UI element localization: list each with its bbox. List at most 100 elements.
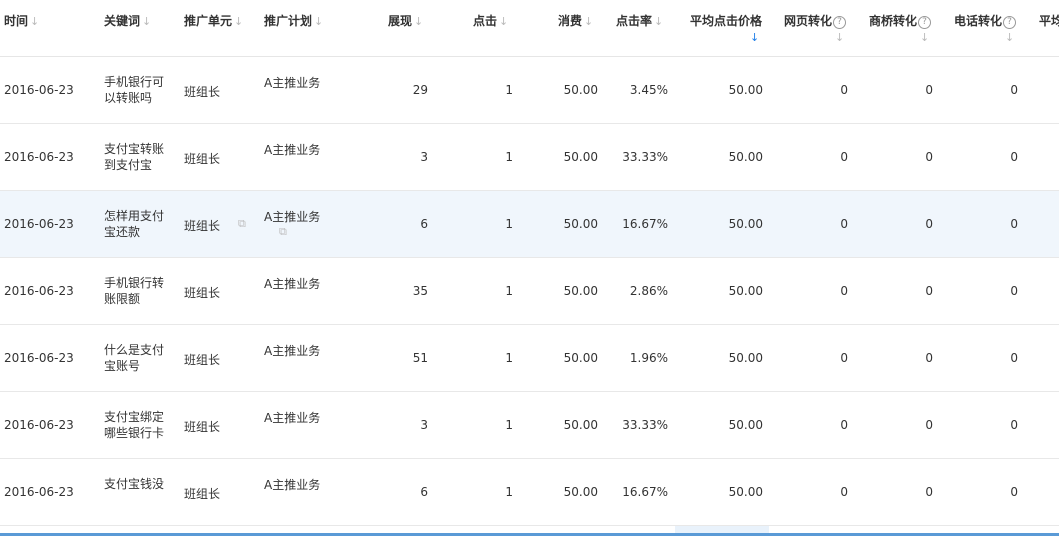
cell-time: 2016-06-23 <box>4 284 74 298</box>
cell-clicks: 1 <box>505 418 513 432</box>
cell-plan[interactable]: A主推业务 <box>264 476 320 493</box>
sort-arrow-icon[interactable]: ↓ <box>499 15 508 28</box>
cell-bridge-conv: 0 <box>925 351 933 365</box>
cell-unit[interactable]: 班组长 <box>184 351 220 368</box>
cell-ctr: 16.67% <box>622 217 668 231</box>
table-row[interactable]: 2016-06-23 支付宝钱没 班组长 A主推业务 6 1 50.00 16.… <box>0 459 1059 526</box>
cell-ctr: 1.96% <box>629 351 668 365</box>
cell-avg-cpc: 50.00 <box>728 284 763 298</box>
cell-ctr: 16.67% <box>622 485 668 499</box>
table-row[interactable]: 2016-06-23 支付宝转账到支付宝 班组长 A主推业务 3 1 50.00… <box>0 124 1059 191</box>
header-cost[interactable]: 消费 ↓ <box>558 12 593 29</box>
edit-icon[interactable]: ⧉ <box>279 225 287 239</box>
sort-arrow-icon[interactable]: ↓ <box>142 15 151 28</box>
cell-phone-conv: 0 <box>1010 83 1018 97</box>
help-icon[interactable]: ? <box>918 16 932 29</box>
cell-keyword[interactable]: 手机银行可以转账吗 <box>104 74 170 106</box>
cell-bridge-conv: 0 <box>925 217 933 231</box>
report-table: 时间 ↓ 关键词 ↓ 推广单元 ↓ 推广计划 ↓ 展现 ↓ 点击 ↓ 消费 ↓ 点击率 ↓ 平均… <box>0 0 1059 526</box>
cell-keyword[interactable]: 支付宝转账到支付宝 <box>104 141 170 173</box>
cell-unit[interactable]: 班组长 <box>184 150 220 167</box>
header-plan[interactable]: 推广计划 ↓ <box>264 12 323 29</box>
cell-unit[interactable]: 班组长 <box>184 284 220 301</box>
header-avg-rank[interactable]: 平均 <box>1039 12 1059 29</box>
cell-plan[interactable]: A主推业务 <box>264 74 320 91</box>
cell-web-conv: 0 <box>840 418 848 432</box>
help-icon[interactable]: ? <box>833 16 847 29</box>
header-unit[interactable]: 推广单元 ↓ <box>184 12 243 29</box>
cell-avg-cpc: 50.00 <box>728 418 763 432</box>
header-time[interactable]: 时间 ↓ <box>4 12 39 29</box>
cell-time: 2016-06-23 <box>4 150 74 164</box>
cell-plan[interactable]: A主推业务 <box>264 208 320 225</box>
header-ctr[interactable]: 点击率 ↓ <box>616 12 663 29</box>
cell-clicks: 1 <box>505 485 513 499</box>
sort-arrow-icon[interactable]: ↓ <box>750 31 759 44</box>
cell-cost: 50.00 <box>563 284 598 298</box>
header-bridge-conv[interactable]: 商桥转化? <box>869 12 932 29</box>
sort-arrow-icon[interactable]: ↓ <box>314 15 323 28</box>
edit-icon[interactable]: ⧉ <box>238 217 246 231</box>
table-row[interactable]: 2016-06-23 手机银行转账限额 班组长 A主推业务 35 1 50.00… <box>0 258 1059 325</box>
header-web-conv[interactable]: 网页转化? <box>784 12 847 29</box>
sort-arrow-icon[interactable]: ↓ <box>30 15 39 28</box>
cell-keyword[interactable]: 什么是支付宝账号 <box>104 342 170 374</box>
header-phone-conv[interactable]: 电话转化? <box>954 12 1017 29</box>
cell-avg-cpc: 50.00 <box>728 217 763 231</box>
header-keyword[interactable]: 关键词 ↓ <box>104 12 151 29</box>
cell-keyword[interactable]: 怎样用支付宝还款 <box>104 208 170 240</box>
cell-bridge-conv: 0 <box>925 284 933 298</box>
cell-unit[interactable]: 班组长 <box>184 485 220 502</box>
cell-phone-conv: 0 <box>1010 418 1018 432</box>
table-header: 时间 ↓ 关键词 ↓ 推广单元 ↓ 推广计划 ↓ 展现 ↓ 点击 ↓ 消费 ↓ 点击率 ↓ 平均… <box>0 0 1059 57</box>
cell-keyword[interactable]: 手机银行转账限额 <box>104 275 170 307</box>
cell-cost: 50.00 <box>563 217 598 231</box>
cell-impressions: 6 <box>420 217 428 231</box>
cell-plan[interactable]: A主推业务 <box>264 141 320 158</box>
table-row[interactable]: 2016-06-23 什么是支付宝账号 班组长 A主推业务 51 1 50.00… <box>0 325 1059 392</box>
cell-ctr: 33.33% <box>622 418 668 432</box>
cell-keyword[interactable]: 支付宝钱没 <box>104 476 170 492</box>
cell-plan[interactable]: A主推业务 <box>264 342 320 359</box>
cell-time: 2016-06-23 <box>4 217 74 231</box>
cell-avg-cpc: 50.00 <box>728 83 763 97</box>
table-row[interactable]: 2016-06-23 手机银行可以转账吗 班组长 A主推业务 29 1 50.0… <box>0 57 1059 124</box>
cell-clicks: 1 <box>505 150 513 164</box>
cell-time: 2016-06-23 <box>4 485 74 499</box>
sort-arrow-icon[interactable]: ↓ <box>584 15 593 28</box>
cell-clicks: 1 <box>505 83 513 97</box>
help-icon[interactable]: ? <box>1003 16 1017 29</box>
cell-impressions: 51 <box>412 351 428 365</box>
table-row[interactable]: 2016-06-23 怎样用支付宝还款 班组长 A主推业务 6 1 50.00 … <box>0 191 1059 258</box>
table-row[interactable]: 2016-06-23 支付宝绑定哪些银行卡 班组长 A主推业务 3 1 50.0… <box>0 392 1059 459</box>
cell-unit[interactable]: 班组长 <box>184 418 220 435</box>
cell-impressions: 3 <box>420 418 428 432</box>
cell-clicks: 1 <box>505 284 513 298</box>
table-body: 2016-06-23 手机银行可以转账吗 班组长 A主推业务 29 1 50.0… <box>0 57 1059 526</box>
sort-arrow-icon[interactable]: ↓ <box>920 31 929 44</box>
cell-avg-cpc: 50.00 <box>728 150 763 164</box>
cell-cost: 50.00 <box>563 418 598 432</box>
cell-cost: 50.00 <box>563 83 598 97</box>
cell-unit[interactable]: 班组长 <box>184 83 220 100</box>
cell-bridge-conv: 0 <box>925 485 933 499</box>
sort-arrow-icon[interactable]: ↓ <box>414 15 423 28</box>
cell-plan[interactable]: A主推业务 <box>264 409 320 426</box>
cell-keyword[interactable]: 支付宝绑定哪些银行卡 <box>104 409 170 441</box>
header-clicks[interactable]: 点击 ↓ <box>473 12 508 29</box>
cell-plan[interactable]: A主推业务 <box>264 275 320 292</box>
sort-arrow-icon[interactable]: ↓ <box>835 31 844 44</box>
cell-web-conv: 0 <box>840 83 848 97</box>
header-impressions[interactable]: 展现 ↓ <box>388 12 423 29</box>
cell-cost: 50.00 <box>563 485 598 499</box>
cell-phone-conv: 0 <box>1010 485 1018 499</box>
cell-time: 2016-06-23 <box>4 351 74 365</box>
sort-arrow-icon[interactable]: ↓ <box>654 15 663 28</box>
cell-web-conv: 0 <box>840 351 848 365</box>
cell-bridge-conv: 0 <box>925 83 933 97</box>
sort-arrow-icon[interactable]: ↓ <box>1005 31 1014 44</box>
cell-phone-conv: 0 <box>1010 217 1018 231</box>
header-avg-cpc[interactable]: 平均点击价格 <box>690 12 762 29</box>
sort-arrow-icon[interactable]: ↓ <box>234 15 243 28</box>
cell-unit[interactable]: 班组长 <box>184 217 220 234</box>
